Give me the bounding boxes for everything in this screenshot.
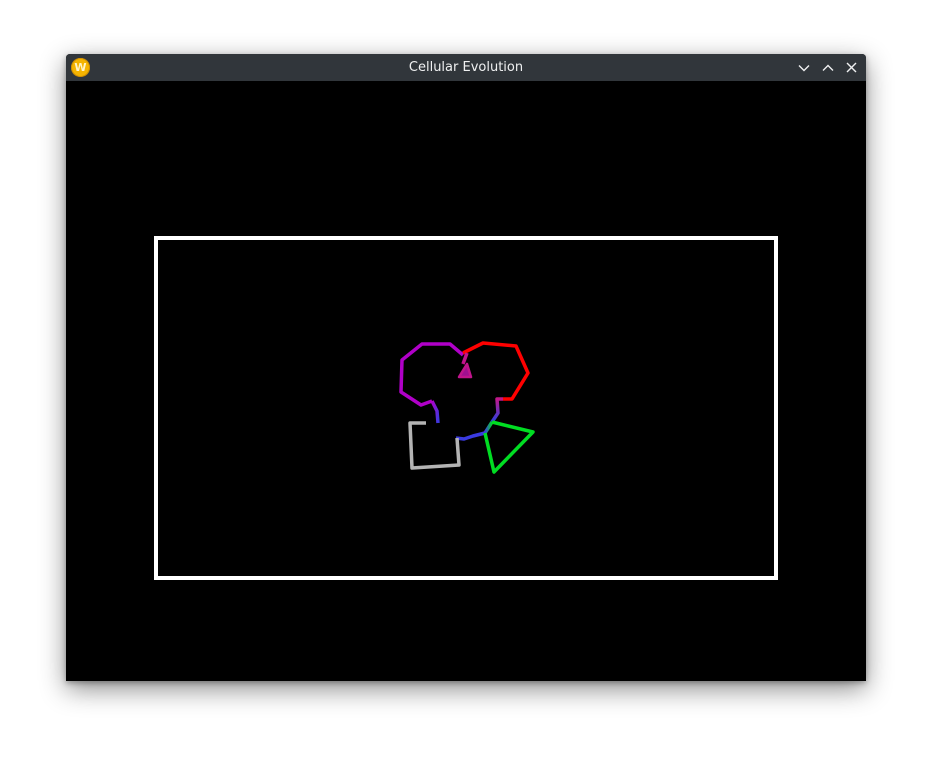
red-cell xyxy=(462,341,530,401)
green-cell-join xyxy=(483,421,494,434)
green-cell xyxy=(483,420,535,474)
red-cell-notch xyxy=(457,362,473,379)
simulation-scene xyxy=(154,236,778,580)
maximize-button[interactable] xyxy=(817,57,838,78)
window-title: Cellular Evolution xyxy=(408,60,524,75)
purple-cell-join xyxy=(430,400,440,424)
chevron-up-icon xyxy=(822,64,833,71)
app-window: W Cellular Evolution xyxy=(66,54,866,681)
red-cell-core-join xyxy=(490,397,503,423)
gray-cell xyxy=(408,421,461,470)
title-bar[interactable]: W Cellular Evolution xyxy=(66,54,866,81)
organism[interactable] xyxy=(399,341,535,474)
blue-core xyxy=(455,431,486,441)
red-cell-join xyxy=(461,352,469,365)
close-button[interactable] xyxy=(841,57,862,78)
arena-border xyxy=(154,236,778,580)
close-icon xyxy=(846,62,857,73)
purple-cell xyxy=(399,342,465,407)
chevron-down-icon xyxy=(798,64,809,71)
simulation-canvas[interactable] xyxy=(66,81,866,681)
minimize-button[interactable] xyxy=(793,57,814,78)
